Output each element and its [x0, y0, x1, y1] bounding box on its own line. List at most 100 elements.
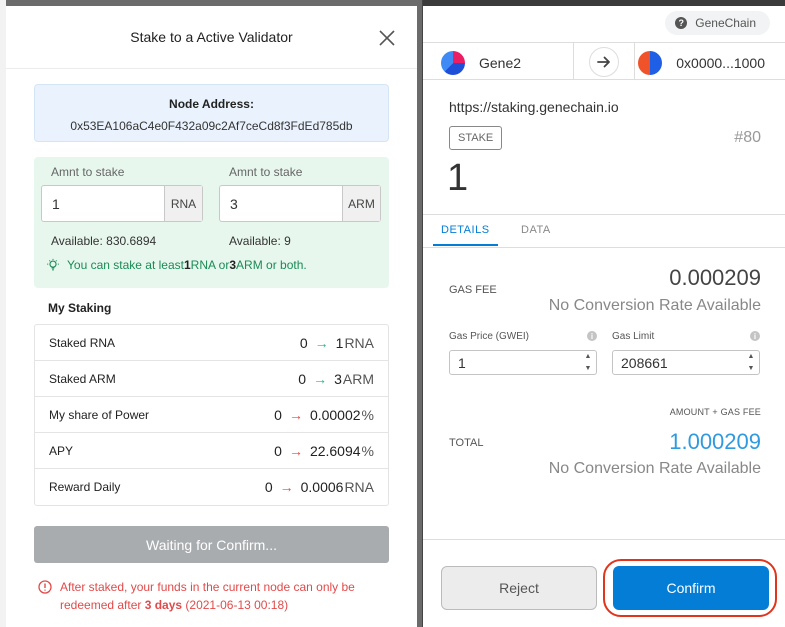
- from-account[interactable]: Gene2: [441, 51, 521, 75]
- warning-circle-icon: [38, 580, 52, 594]
- table-row: APY 0 → 22.6094 %: [35, 433, 388, 469]
- close-icon[interactable]: [375, 26, 399, 50]
- to-account-avatar: [638, 51, 663, 75]
- to-account-address: 0x0000...1000: [676, 55, 765, 71]
- gas-fee-value: 0.000209: [669, 265, 761, 290]
- value-unit: %: [361, 406, 374, 423]
- value-to: 0.00002: [309, 406, 361, 423]
- waiting-confirm-button[interactable]: Waiting for Confirm...: [34, 526, 389, 563]
- arrow-right-icon: [589, 47, 619, 77]
- gas-fee-label: GAS FEE: [449, 284, 497, 296]
- value-from: 0: [298, 370, 307, 387]
- node-address-label: Node Address:: [169, 97, 254, 111]
- rna-amount-group: Amnt to stake 1 RNA Available: 830.6894: [41, 165, 203, 248]
- row-value: 0 → 3 ARM: [298, 371, 374, 387]
- arm-available: Available: 9: [229, 234, 291, 248]
- arrow-right-icon: →: [314, 334, 329, 351]
- network-selector[interactable]: ? GeneChain: [665, 11, 770, 35]
- transaction-summary: https://staking.genechain.io STAKE #80 1: [423, 81, 785, 214]
- warning-date: (2021-06-13 00:18): [182, 598, 289, 612]
- hint-rna-unit: RNA or: [190, 258, 230, 272]
- amount-gas-label: AMOUNT + GAS FEE: [669, 407, 761, 417]
- total-conversion: No Conversion Rate Available: [548, 460, 761, 477]
- reject-button[interactable]: Reject: [441, 566, 597, 610]
- wallet-popup: ? GeneChain Gene2 0x0000...1000 https://…: [422, 0, 785, 627]
- value-from: 0: [299, 334, 308, 351]
- tab-details[interactable]: DETAILS: [433, 224, 498, 246]
- window-topbar: [423, 0, 785, 6]
- to-account[interactable]: 0x0000...1000: [638, 51, 765, 75]
- value-to: 1: [335, 334, 344, 351]
- lightbulb-icon: [47, 258, 59, 271]
- account-bar: Gene2 0x0000...1000: [423, 42, 785, 80]
- arrow-right-icon: →: [288, 442, 303, 459]
- value-from: 0: [264, 479, 273, 495]
- table-row: Reward Daily 0 → 0.0006 RNA: [35, 469, 388, 505]
- row-label: Staked RNA: [49, 335, 116, 350]
- gas-price-stepper[interactable]: ▲ ▼: [583, 353, 593, 373]
- total-value: 1.000209: [669, 429, 761, 454]
- value-unit: RNA: [344, 479, 374, 495]
- gas-fee-conversion: No Conversion Rate Available: [548, 297, 761, 314]
- arrow-right-icon: →: [313, 370, 328, 387]
- table-row: Staked ARM 0 → 3 ARM: [35, 361, 388, 397]
- node-address-value: 0x53EA106aC4e0F432a09c2Af7ceCd8f3FdEd785…: [70, 119, 353, 133]
- row-label: My share of Power: [49, 407, 150, 422]
- row-value: 0 → 22.6094 %: [274, 443, 374, 459]
- value-to: 22.6094: [309, 442, 361, 459]
- gas-limit-input[interactable]: 208661 ▲ ▼: [612, 350, 760, 375]
- gas-price-value[interactable]: 1: [458, 355, 466, 371]
- nonce: #80: [734, 129, 761, 146]
- gas-limit-info-icon[interactable]: i: [750, 331, 760, 341]
- table-row: My share of Power 0 → 0.00002 %: [35, 397, 388, 433]
- row-value: 0 → 1 RNA: [300, 335, 374, 351]
- rna-unit-label: RNA: [164, 186, 202, 221]
- origin-url: https://staking.genechain.io: [449, 99, 619, 115]
- gas-price-info-icon[interactable]: i: [587, 331, 597, 341]
- my-staking-table: Staked RNA 0 → 1 RNA Staked ARM 0 → 3 AR…: [34, 324, 389, 506]
- redeem-warning: After staked, your funds in the current …: [38, 578, 383, 614]
- divider: [573, 43, 574, 79]
- value-unit: ARM: [342, 370, 374, 387]
- gas-limit-label: Gas Limit: [612, 331, 655, 342]
- action-footer: Reject Confirm: [423, 539, 785, 627]
- from-account-name: Gene2: [479, 55, 522, 71]
- gas-price-label: Gas Price (GWEI): [449, 331, 530, 342]
- stake-hint: You can stake at least 1 RNA or 3 ARM or…: [46, 258, 307, 272]
- hint-prefix: You can stake at least: [67, 258, 184, 272]
- my-staking-title: My Staking: [48, 301, 112, 315]
- gas-price-input[interactable]: 1 ▲ ▼: [449, 350, 597, 375]
- value-unit: RNA: [344, 334, 374, 351]
- modal-title: Stake to a Active Validator: [6, 6, 417, 69]
- network-name: GeneChain: [695, 16, 756, 30]
- gas-limit-value[interactable]: 208661: [621, 355, 668, 371]
- rna-available: Available: 830.6894: [51, 234, 157, 248]
- hint-rna-min: 1: [183, 258, 191, 272]
- row-label: Staked ARM: [49, 371, 116, 386]
- tab-bar: DETAILS DATA: [423, 214, 785, 248]
- stake-amount-panel: Amnt to stake 1 RNA Available: 830.6894 …: [34, 157, 389, 288]
- arm-unit-label: ARM: [342, 186, 380, 221]
- arrow-right-icon: →: [279, 479, 294, 495]
- value-unit: %: [361, 442, 374, 459]
- from-account-avatar: [441, 51, 465, 75]
- arm-amount-value[interactable]: 3: [220, 186, 342, 221]
- rna-amount-input[interactable]: 1 RNA: [41, 185, 203, 222]
- warning-days: 3 days: [144, 598, 183, 612]
- row-value: 0 → 0.0006 RNA: [265, 479, 374, 495]
- gas-limit-stepper[interactable]: ▲ ▼: [746, 353, 756, 373]
- value-from: 0: [274, 442, 282, 459]
- confirm-button[interactable]: Confirm: [613, 566, 769, 610]
- network-question-icon: ?: [675, 17, 688, 29]
- tab-data[interactable]: DATA: [521, 224, 551, 236]
- node-address-box: Node Address: 0x53EA106aC4e0F432a09c2Af7…: [34, 84, 389, 142]
- method-badge: STAKE: [449, 126, 503, 150]
- arrow-right-icon: →: [288, 406, 303, 423]
- arm-amount-input[interactable]: 3 ARM: [219, 185, 381, 222]
- rna-amount-value[interactable]: 1: [42, 186, 164, 221]
- stake-modal: Stake to a Active Validator Node Address…: [6, 6, 417, 627]
- value-to: 3: [334, 370, 342, 387]
- transaction-amount: 1: [447, 157, 469, 199]
- hint-arm-unit: ARM or both.: [236, 258, 307, 272]
- row-label: Reward Daily: [49, 480, 121, 494]
